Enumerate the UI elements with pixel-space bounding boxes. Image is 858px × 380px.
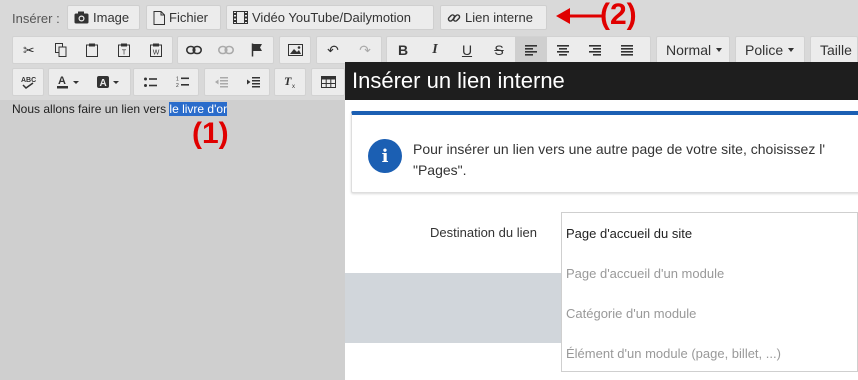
- bulleted-list-icon[interactable]: [134, 69, 166, 95]
- paste-icon[interactable]: [77, 37, 109, 63]
- numbered-list-icon[interactable]: 12: [166, 69, 198, 95]
- font-select-value: Police: [736, 37, 803, 63]
- align-right-icon[interactable]: [579, 37, 611, 63]
- history-group: ↶ ↷: [316, 36, 382, 64]
- editor-selected-text: le livre d'or: [169, 102, 228, 116]
- size-select-label: Taille: [820, 42, 852, 58]
- insert-file-button[interactable]: Fichier: [146, 5, 221, 30]
- format-select-label: Normal: [666, 42, 712, 58]
- background-color-icon[interactable]: A: [89, 69, 129, 95]
- option-module-home[interactable]: Page d'accueil d'un module: [566, 266, 724, 281]
- option-module-element[interactable]: Élément d'un module (page, billet, ...): [566, 346, 781, 361]
- info-box: i Pour insérer un lien vers une autre pa…: [351, 111, 858, 193]
- svg-text:T: T: [284, 75, 292, 88]
- paste-word-icon[interactable]: W: [140, 37, 172, 63]
- anchor-flag-icon[interactable]: [241, 37, 273, 63]
- insert-bar: Insérer : Image Fichier Vidéo YouTube/Da…: [0, 0, 858, 36]
- copy-icon[interactable]: [45, 37, 77, 63]
- editor-area[interactable]: Nous allons faire un lien vers le livre …: [0, 100, 345, 380]
- indent-icon[interactable]: [237, 69, 269, 95]
- film-icon: [233, 11, 248, 24]
- spellcheck-icon[interactable]: ABC: [13, 69, 43, 95]
- table-icon[interactable]: [312, 69, 344, 95]
- outdent-icon[interactable]: [205, 69, 237, 95]
- info-icon: i: [368, 139, 402, 173]
- editor-text: Nous allons faire un lien vers le livre …: [12, 102, 228, 116]
- text-color-icon[interactable]: A: [49, 69, 89, 95]
- svg-text:1: 1: [176, 77, 179, 83]
- dialog-title: Insérer un lien interne: [352, 68, 565, 93]
- svg-text:A: A: [58, 75, 66, 87]
- unlink-icon[interactable]: [210, 37, 242, 63]
- color-group: A A: [48, 68, 131, 96]
- svg-text:2: 2: [176, 83, 179, 88]
- clear-format-icon[interactable]: Tx: [275, 69, 305, 95]
- destination-label: Destination du lien: [430, 225, 537, 240]
- info-text: Pour insérer un lien vers une autre page…: [413, 141, 826, 178]
- svg-text:x: x: [292, 84, 295, 89]
- spellcheck-group: ABC: [12, 68, 44, 96]
- svg-text:W: W: [153, 50, 160, 57]
- table-group: [311, 68, 345, 96]
- font-select-label: Police: [745, 42, 784, 58]
- align-left-icon[interactable]: [515, 37, 547, 63]
- font-select[interactable]: Police: [735, 36, 805, 64]
- insert-internal-link-button[interactable]: Lien interne: [440, 5, 547, 30]
- link-icon[interactable]: [178, 37, 210, 63]
- align-center-icon[interactable]: [547, 37, 579, 63]
- clipboard-group: ✂ T W: [12, 36, 173, 64]
- image-icon[interactable]: [280, 37, 310, 63]
- annotation-arrow: [556, 4, 606, 31]
- editor-text-before: Nous allons faire un lien vers: [12, 102, 170, 116]
- bold-icon[interactable]: B: [387, 37, 419, 63]
- insert-label: Insérer :: [12, 11, 60, 26]
- image-group: [279, 36, 311, 64]
- indent-group: [204, 68, 270, 96]
- format-group: B I U S: [386, 36, 651, 64]
- internal-link-dialog: Insérer un lien interne i Pour insérer u…: [345, 62, 858, 380]
- annotation-one: (1): [192, 117, 229, 150]
- format-select-value: Normal: [657, 37, 731, 63]
- redo-icon[interactable]: ↷: [349, 37, 381, 63]
- camera-icon: [74, 11, 89, 24]
- align-justify-icon[interactable]: [611, 37, 643, 63]
- file-icon: [153, 10, 165, 25]
- insert-image-button[interactable]: Image: [67, 5, 140, 30]
- caret-down-icon: [716, 48, 723, 52]
- insert-video-button[interactable]: Vidéo YouTube/Dailymotion: [226, 5, 434, 30]
- underline-icon[interactable]: U: [451, 37, 483, 63]
- insert-internal-link-label: Lien interne: [465, 10, 533, 25]
- insert-file-label: Fichier: [169, 10, 209, 25]
- strikethrough-icon[interactable]: S: [483, 37, 515, 63]
- cut-icon[interactable]: ✂: [13, 37, 45, 63]
- svg-text:ABC: ABC: [21, 77, 36, 84]
- svg-text:T: T: [122, 50, 127, 57]
- list-group: 12: [133, 68, 199, 96]
- link-icon: [447, 11, 461, 25]
- italic-icon[interactable]: I: [419, 37, 451, 63]
- caret-down-icon: [788, 48, 795, 52]
- insert-video-label: Vidéo YouTube/Dailymotion: [252, 10, 412, 25]
- clear-format-group: Tx: [274, 68, 306, 96]
- paste-text-icon[interactable]: T: [108, 37, 140, 63]
- size-select-value: Taille: [811, 37, 858, 63]
- size-select[interactable]: Taille: [810, 36, 858, 64]
- undo-icon[interactable]: ↶: [317, 37, 349, 63]
- svg-text:A: A: [100, 78, 107, 89]
- insert-image-label: Image: [93, 10, 130, 25]
- option-site-home[interactable]: Page d'accueil du site: [566, 226, 692, 241]
- format-select[interactable]: Normal: [656, 36, 730, 64]
- annotation-two: (2): [600, 0, 637, 31]
- destination-list[interactable]: Page d'accueil du site Page d'accueil d'…: [561, 212, 858, 372]
- link-group: [177, 36, 274, 64]
- option-module-category[interactable]: Catégorie d'un module: [566, 306, 696, 321]
- dialog-header: Insérer un lien interne: [345, 62, 858, 100]
